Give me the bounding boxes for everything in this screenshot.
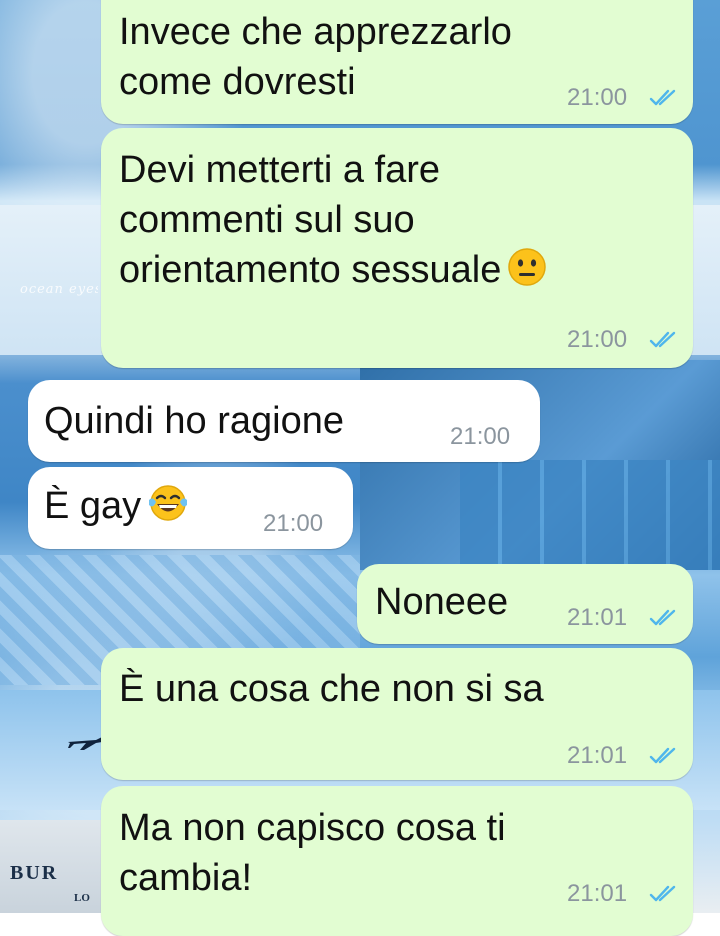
neutral-face-icon: [508, 248, 547, 286]
read-ticks-icon: [649, 885, 676, 902]
message-timestamp: 21:01: [567, 604, 628, 631]
message-text: orientamento sessuale: [119, 249, 502, 291]
message-text: cambia!: [119, 857, 253, 899]
message-bubble-outgoing[interactable]: Devi metterti a fare commenti sul suo or…: [101, 128, 693, 368]
message-timestamp: 21:00: [450, 423, 511, 450]
message-text-with-emoji: È gay: [44, 481, 189, 531]
wallpaper-sign-subtext: LO: [74, 892, 90, 904]
read-ticks-icon: [649, 89, 676, 106]
message-bubble-incoming[interactable]: Quindi ho ragione 21:00: [28, 380, 540, 462]
message-bubble-outgoing[interactable]: Invece che apprezzarlo come dovresti 21:…: [101, 0, 693, 124]
message-timestamp: 21:00: [567, 326, 628, 353]
message-text: Invece che apprezzarlo: [119, 11, 512, 53]
message-text: commenti sul suo: [119, 199, 415, 241]
message-bubble-outgoing[interactable]: Ma non capisco cosa ti cambia! 21:01: [101, 786, 693, 936]
message-text: Quindi ho ragione: [44, 400, 344, 442]
message-text: Ma non capisco cosa ti: [119, 807, 506, 849]
face-with-tears-of-joy-icon: [149, 485, 188, 521]
message-timestamp: 21:01: [567, 742, 628, 769]
message-bubble-outgoing[interactable]: È una cosa che non si sa 21:01: [101, 648, 693, 780]
message-bubble-incoming[interactable]: È gay 21:00: [28, 467, 353, 549]
wallpaper-caption: ocean eyes: [20, 282, 98, 297]
message-text: come dovresti: [119, 61, 356, 103]
airplane-icon: [68, 736, 104, 750]
wallpaper-sign-text: BUR: [10, 862, 59, 884]
message-text: È gay: [44, 485, 142, 527]
message-text: Devi metterti a fare: [119, 149, 440, 191]
read-ticks-icon: [649, 609, 676, 626]
message-timestamp: 21:00: [263, 510, 324, 537]
wallpaper-grid-panel: [460, 460, 720, 570]
read-ticks-icon: [649, 747, 676, 764]
message-timestamp: 21:00: [567, 84, 628, 111]
message-text: Noneee: [375, 581, 509, 623]
read-ticks-icon: [649, 331, 676, 348]
message-bubble-outgoing[interactable]: Noneee 21:01: [357, 564, 693, 644]
message-timestamp: 21:01: [567, 880, 628, 907]
message-text-with-emoji: orientamento sessuale: [119, 245, 547, 295]
message-text: È una cosa che non si sa: [119, 668, 544, 710]
